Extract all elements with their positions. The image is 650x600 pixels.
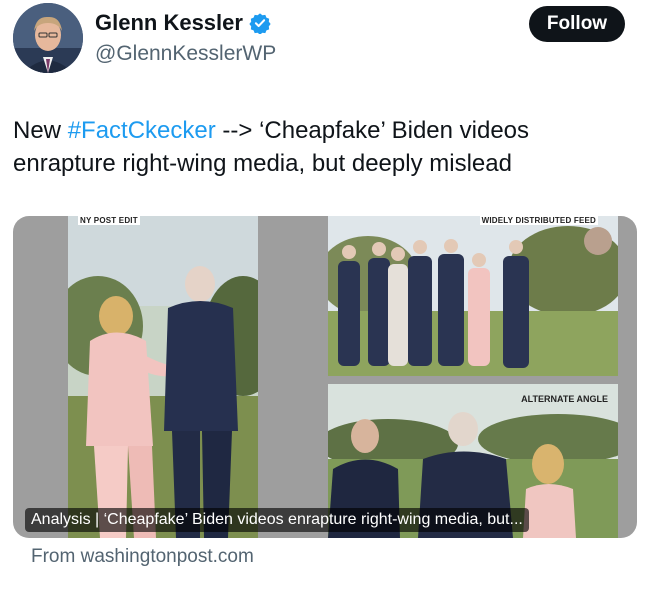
link-card[interactable]: NY POST EDIT WIDELY DISTRIBUTED FEED ALT… <box>13 216 637 538</box>
profile-photo-icon <box>13 3 83 73</box>
right-top-panel-label: WIDELY DISTRIBUTED FEED <box>479 216 598 225</box>
photo-image <box>328 216 618 376</box>
tweet-prefix: New <box>13 117 68 144</box>
follow-button[interactable]: Follow <box>529 6 625 42</box>
author-name-row: Glenn Kessler <box>95 10 271 36</box>
author-avatar[interactable] <box>13 3 83 73</box>
verified-badge-icon[interactable] <box>249 12 271 34</box>
right-bottom-panel-label: ALTERNATE ANGLE <box>521 394 608 404</box>
author-handle[interactable]: @GlennKesslerWP <box>95 42 276 66</box>
photo-image <box>68 216 258 538</box>
left-panel-label: NY POST EDIT <box>78 216 140 225</box>
card-caption: Analysis | ‘Cheapfake’ Biden videos enra… <box>25 508 529 532</box>
tweet-text: New #FactCkecker --> ‘Cheapfake’ Biden v… <box>13 114 633 180</box>
hashtag-link[interactable]: #FactCkecker <box>68 117 216 144</box>
card-source[interactable]: From washingtonpost.com <box>31 546 254 568</box>
author-name[interactable]: Glenn Kessler <box>95 10 243 36</box>
right-top-photo-panel: WIDELY DISTRIBUTED FEED <box>328 216 618 376</box>
left-photo-panel: NY POST EDIT <box>68 216 258 538</box>
